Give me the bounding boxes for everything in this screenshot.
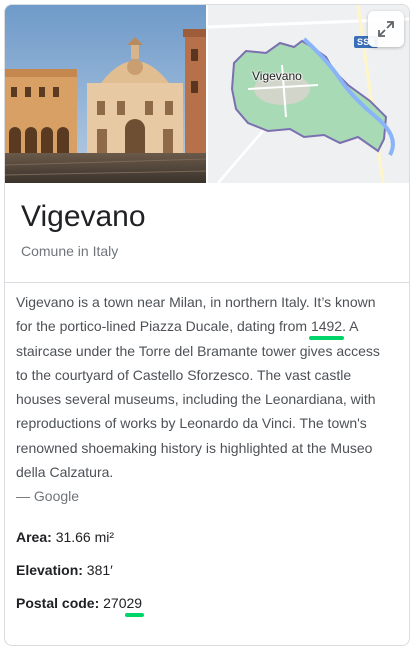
map-city-label: Vigevano	[252, 69, 302, 83]
description-text-end: . A staircase under the Torre del Braman…	[16, 318, 380, 481]
elevation-value: 381′	[86, 562, 113, 578]
area-link[interactable]: Area:	[16, 529, 52, 545]
description-highlight: 1492	[310, 318, 343, 335]
location-map[interactable]: Vigevano SS5	[208, 5, 409, 183]
postal-code-link[interactable]: Postal code:	[16, 595, 99, 611]
piazza-ducale-image	[5, 5, 206, 183]
description-source: — Google	[16, 488, 80, 505]
place-subtitle: Comune in Italy	[21, 243, 119, 259]
facts-list: Area: 31.66 mi² Elevation: 381′ Postal c…	[16, 527, 394, 626]
media-strip: Vigevano SS5	[5, 5, 409, 183]
postal-code-highlight: 29	[126, 595, 143, 611]
fact-area: Area: 31.66 mi²	[16, 527, 394, 547]
postal-code-value: 27029	[103, 595, 142, 611]
postal-code-start: 270	[103, 595, 127, 611]
place-description: Vigevano is a town near Milan, in northe…	[16, 290, 394, 509]
place-title: Vigevano	[21, 200, 146, 233]
fact-postal-code: Postal code: 27029	[16, 593, 394, 613]
elevation-link[interactable]: Elevation:	[16, 562, 83, 578]
place-photo[interactable]	[5, 5, 206, 183]
panel-header: Vigevano Comune in Italy	[5, 183, 409, 283]
fact-elevation: Elevation: 381′	[16, 560, 394, 580]
expand-map-button[interactable]	[368, 11, 404, 47]
expand-arrows-icon	[378, 21, 394, 37]
area-value: 31.66 mi²	[55, 529, 115, 545]
